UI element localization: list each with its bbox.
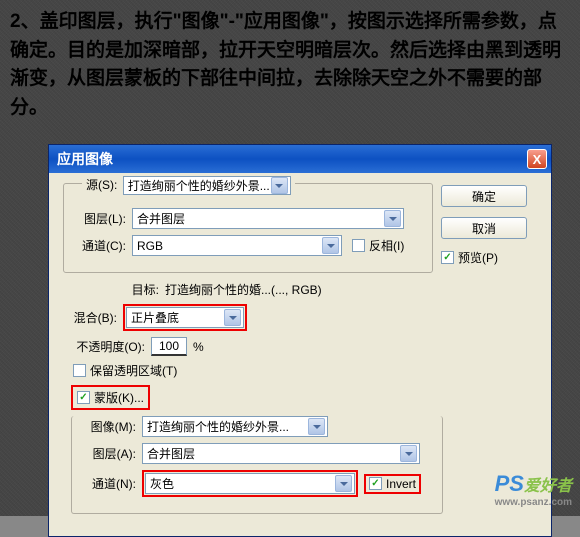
- opacity-unit: %: [193, 340, 204, 354]
- chevron-down-icon: [384, 210, 401, 227]
- chevron-down-icon: [271, 177, 288, 194]
- source-fieldset: 源(S): 打造绚丽个性的婚纱外景... 图层(L): 合并图层 通道(C): …: [63, 183, 433, 273]
- dialog-body: 源(S): 打造绚丽个性的婚纱外景... 图层(L): 合并图层 通道(C): …: [49, 173, 551, 536]
- opacity-label: 不透明度(O):: [63, 338, 151, 355]
- channel-label: 通道(C):: [74, 237, 132, 254]
- invert-checkbox-2[interactable]: [369, 477, 382, 490]
- target-value: 打造绚丽个性的婚...(..., RGB): [165, 281, 322, 298]
- mask-label: 蒙版(K)...: [94, 389, 144, 406]
- blend-highlight: 正片叠底: [123, 304, 247, 331]
- mask-checkbox[interactable]: [77, 391, 90, 404]
- layer2-combo[interactable]: 合并图层: [142, 443, 420, 464]
- mask-fieldset: 图像(M): 打造绚丽个性的婚纱外景... 图层(A): 合并图层 通道(N):…: [71, 416, 443, 514]
- right-column: 确定 取消 预览(P): [441, 185, 535, 266]
- invert-checkbox-1[interactable]: [352, 239, 365, 252]
- cancel-button[interactable]: 取消: [441, 217, 527, 239]
- source-legend: 源(S): 打造绚丽个性的婚纱外景...: [82, 176, 295, 195]
- invert1-label: 反相(I): [369, 237, 404, 254]
- chevron-down-icon: [335, 475, 352, 492]
- channel2-highlight: 灰色: [142, 470, 358, 497]
- chevron-down-icon: [322, 237, 339, 254]
- preview-label: 预览(P): [458, 249, 498, 266]
- blend-label: 混合(B):: [63, 309, 123, 326]
- mask-highlight: 蒙版(K)...: [71, 385, 150, 410]
- dialog-title: 应用图像: [57, 149, 527, 169]
- instruction-text: 2、盖印图层，执行"图像"-"应用图像"，按图示选择所需参数，点确定。目的是加深…: [0, 0, 580, 122]
- source-combo[interactable]: 打造绚丽个性的婚纱外景...: [123, 176, 291, 195]
- channel2-combo[interactable]: 灰色: [145, 473, 355, 494]
- chevron-down-icon: [224, 309, 241, 326]
- preserve-trans-label: 保留透明区域(T): [90, 362, 177, 379]
- invert2-label: Invert: [386, 477, 416, 491]
- preview-checkbox[interactable]: [441, 251, 454, 264]
- channel2-label: 通道(N):: [82, 475, 142, 492]
- layer2-label: 图层(A):: [82, 445, 142, 462]
- close-button[interactable]: X: [527, 149, 547, 169]
- image-label: 图像(M):: [82, 418, 142, 435]
- invert2-highlight: Invert: [364, 474, 421, 494]
- watermark: PS爱好者 www.psanz.com: [495, 471, 572, 508]
- image-combo[interactable]: 打造绚丽个性的婚纱外景...: [142, 416, 328, 437]
- opacity-input[interactable]: [151, 337, 187, 356]
- layer-label: 图层(L):: [74, 210, 132, 227]
- ok-button[interactable]: 确定: [441, 185, 527, 207]
- layer-combo[interactable]: 合并图层: [132, 208, 404, 229]
- dialog-titlebar[interactable]: 应用图像 X: [49, 145, 551, 173]
- channel-combo[interactable]: RGB: [132, 235, 342, 256]
- chevron-down-icon: [308, 418, 325, 435]
- apply-image-dialog: 应用图像 X 源(S): 打造绚丽个性的婚纱外景... 图层(L): 合并图层 …: [48, 144, 552, 537]
- blend-combo[interactable]: 正片叠底: [126, 307, 244, 328]
- chevron-down-icon: [400, 445, 417, 462]
- target-label: 目标:: [127, 281, 165, 298]
- preserve-trans-checkbox[interactable]: [73, 364, 86, 377]
